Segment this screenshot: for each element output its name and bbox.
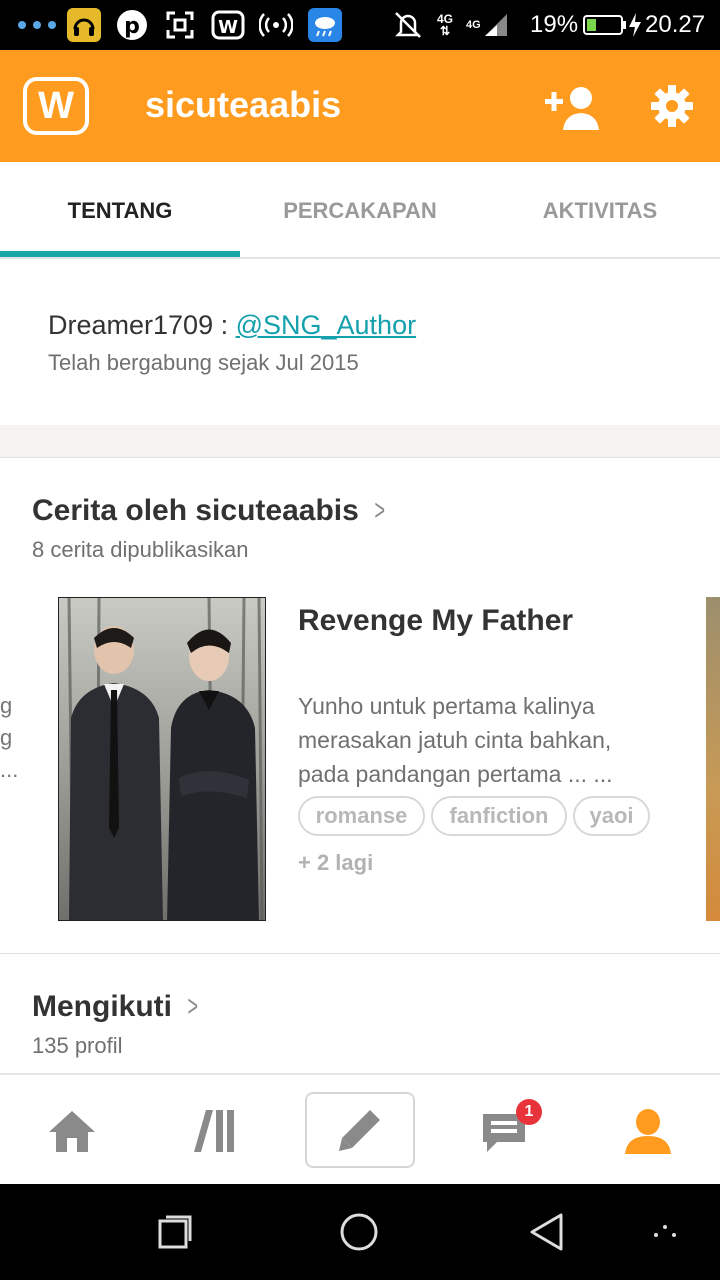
wattpad-notify-icon: W (211, 0, 245, 50)
nav-messages[interactable] (432, 1075, 576, 1186)
story-title[interactable]: Revenge My Father (298, 604, 573, 638)
tab-percakapan[interactable]: PERCAKAPAN (240, 162, 480, 259)
following-count: 135 profil (32, 1033, 123, 1058)
system-navigation-bar (0, 1184, 720, 1280)
screenshot-icon (165, 0, 195, 50)
chevron-right-icon: > (187, 990, 199, 1023)
about-text: Dreamer1709 : (48, 310, 236, 340)
story-cover-image[interactable] (58, 597, 266, 921)
clock: 20.27 (645, 11, 706, 38)
charging-icon (628, 0, 642, 50)
active-tab-indicator (0, 251, 240, 257)
network-bottom-label: 4G (466, 19, 481, 31)
recent-apps-button[interactable] (140, 1184, 210, 1280)
home-button[interactable] (324, 1184, 394, 1280)
pencil-icon (339, 1110, 380, 1151)
menu-dots-button[interactable] (640, 1184, 690, 1280)
pinterest-icon: p (116, 0, 148, 50)
chevron-right-icon: > (374, 494, 385, 527)
about-section: Dreamer1709 : @SNG_Author Telah bergabun… (0, 260, 720, 426)
svg-text:p: p (124, 14, 140, 39)
circle-home-icon (340, 1213, 378, 1251)
menu-dots-icon (654, 1225, 676, 1237)
nav-library[interactable] (144, 1075, 288, 1186)
author-mention-link[interactable]: @SNG_Author (236, 310, 416, 340)
nav-write-button[interactable] (305, 1092, 415, 1168)
gear-icon (651, 85, 693, 127)
headphones-app-icon (67, 0, 101, 50)
nav-home[interactable] (0, 1075, 144, 1186)
peek-text: g (0, 693, 13, 718)
profile-tabs: TENTANG PERCAKAPAN AKTIVITAS (0, 162, 720, 259)
section-divider (0, 425, 720, 458)
hotspot-icon (259, 0, 293, 50)
status-bar: p W 4G ⇅ 4G 19% 20.27 (0, 0, 720, 50)
weather-icon (308, 0, 342, 50)
stories-count: 8 cerita dipublikasikan (32, 537, 249, 562)
more-tags-link[interactable]: + 2 lagi (298, 850, 373, 876)
tag-yaoi[interactable]: yaoi (573, 796, 650, 836)
network-type-icon: 4G ⇅ (437, 12, 454, 38)
about-description: Dreamer1709 : @SNG_Author (48, 310, 416, 341)
page-title: sicuteaabis (145, 84, 342, 125)
wattpad-logo-icon[interactable]: W (23, 77, 89, 135)
profile-icon (625, 1108, 671, 1154)
logo-letter: W (38, 84, 74, 127)
tag-romanse[interactable]: romanse (298, 796, 425, 836)
tag-fanfiction[interactable]: fanfiction (431, 796, 567, 836)
message-count-badge: 1 (516, 1099, 542, 1125)
signal-icon: 4G (466, 0, 509, 50)
settings-button[interactable] (650, 84, 694, 128)
cover-art (59, 598, 265, 920)
recents-icon (158, 1215, 192, 1249)
svg-text:W: W (218, 17, 238, 38)
following-title: Mengikuti (32, 990, 172, 1023)
back-triangle-icon (530, 1213, 563, 1251)
next-story-peek[interactable] (706, 597, 720, 921)
bottom-navigation: 1 (0, 1073, 720, 1184)
back-button[interactable] (512, 1184, 582, 1280)
tab-aktivitas[interactable]: AKTIVITAS (480, 162, 720, 259)
battery-percent: 19% (530, 11, 579, 38)
following-header[interactable]: Mengikuti > (32, 990, 202, 1024)
follow-user-button[interactable] (543, 84, 603, 134)
library-icon (194, 1109, 234, 1152)
mute-icon (393, 0, 423, 50)
peek-text: g (0, 725, 13, 750)
app-bar: W sicuteaabis (0, 50, 720, 162)
previous-story-peek[interactable]: g g ... (0, 690, 18, 786)
section-divider (0, 953, 720, 954)
tab-tentang[interactable]: TENTANG (0, 162, 240, 259)
home-icon (49, 1110, 95, 1152)
story-description: Yunho untuk pertama kalinya merasakan ja… (298, 693, 613, 787)
battery-icon (583, 0, 627, 50)
stories-header[interactable]: Cerita oleh sicuteaabis > (32, 494, 388, 528)
stories-title: Cerita oleh sicuteaabis (32, 494, 359, 527)
joined-date: Telah bergabung sejak Jul 2015 (48, 350, 359, 375)
peek-text: ... (0, 757, 18, 782)
add-user-icon (545, 87, 599, 130)
notification-dots-icon (18, 0, 56, 50)
nav-profile[interactable] (576, 1075, 720, 1186)
